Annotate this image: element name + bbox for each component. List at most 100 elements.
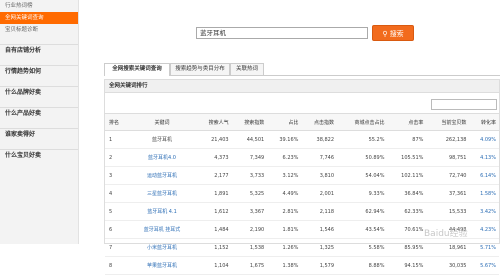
table-cell: 62.33% — [387, 202, 427, 221]
table-cell: 5.67% — [469, 256, 499, 275]
table-cell: 7 — [105, 238, 130, 257]
table-cell[interactable]: 262,138 — [426, 130, 470, 149]
table-cell: 1,612 — [196, 202, 232, 221]
table-cell: 4.49% — [267, 184, 302, 203]
table-cell: 2,118 — [301, 202, 338, 221]
sidebar: 行业热词榜 全网关键词查询 宝贝标题诊断 自有店铺分析 行情趋势如何 什么品牌好… — [0, 0, 79, 244]
filter-input[interactable] — [431, 99, 497, 110]
keyword-ranking-panel: 全网关键词排行 排名 关键词 搜索人气 搜索指数 占比 点击指数 商城点击占比 … — [104, 79, 500, 275]
table-cell: 5 — [105, 202, 130, 221]
table-cell: 6.14% — [469, 166, 499, 185]
col-rank[interactable]: 排名 — [105, 113, 130, 131]
table-cell[interactable]: 30,035 — [426, 256, 470, 275]
table-cell: 21,403 — [196, 130, 232, 149]
table-cell: 44,501 — [231, 130, 268, 149]
table-cell: 36.84% — [387, 184, 427, 203]
search-button-label: 搜索 — [389, 30, 404, 38]
table-cell: 1,675 — [231, 256, 268, 275]
sidebar-section-products[interactable]: 什么产品好卖 — [0, 107, 78, 120]
sidebar-item-hot-words[interactable]: 行业热词榜 — [0, 0, 78, 12]
table-cell: 2,190 — [231, 220, 268, 239]
table-cell[interactable]: 蓝牙耳机4.0 — [130, 148, 196, 167]
sidebar-item-title-diagnosis[interactable]: 宝贝标题诊断 — [0, 24, 78, 36]
table-cell: 3,367 — [231, 202, 268, 221]
col-click-rate[interactable]: 点击率 — [387, 113, 427, 131]
table-cell[interactable]: 苹果蓝牙耳机 — [130, 256, 196, 275]
table-cell: 5.58% — [337, 238, 388, 257]
table-cell: 1.38% — [267, 256, 302, 275]
table-cell: 105.51% — [387, 148, 427, 167]
table-cell: 4,373 — [196, 148, 232, 167]
table-cell[interactable]: 蓝牙耳机 4.1 — [130, 202, 196, 221]
tab-trend-category[interactable]: 搜索趋势与类目分布 — [170, 63, 230, 75]
table-cell: 102.11% — [387, 166, 427, 185]
table-cell[interactable]: 72,740 — [426, 166, 470, 185]
col-share[interactable]: 占比 — [267, 113, 302, 131]
table-cell: 87% — [387, 130, 427, 149]
sidebar-section-own-store[interactable]: 自有店铺分析 — [0, 44, 78, 57]
table-cell: 4 — [105, 184, 130, 203]
table-cell: 2,177 — [196, 166, 232, 185]
sidebar-section-items[interactable]: 什么宝贝好卖 — [0, 149, 78, 162]
col-mall-click-share[interactable]: 商城点击占比 — [337, 113, 388, 131]
watermark: Baidu经验 — [424, 229, 468, 239]
table-cell[interactable]: 蓝牙耳机 — [130, 130, 196, 149]
table-cell: 50.89% — [337, 148, 388, 167]
table-cell: 9.33% — [337, 184, 388, 203]
table-row: 2 蓝牙耳机4.0 4,373 7,349 6.23% 7,746 50.89% 105.51… — [105, 148, 499, 167]
col-item-count[interactable]: 当前宝贝数 — [426, 113, 470, 131]
table-cell: 2,001 — [301, 184, 338, 203]
search-button[interactable]: ⚲ 搜索 — [372, 25, 414, 41]
table-cell: 8.88% — [337, 256, 388, 275]
table-cell: 8 — [105, 256, 130, 275]
table-cell: 39.16% — [267, 130, 302, 149]
table-cell: 70.61% — [387, 220, 427, 239]
table-cell[interactable]: 三星蓝牙耳机 — [130, 184, 196, 203]
table-cell: 43.54% — [337, 220, 388, 239]
table-cell[interactable]: 37,361 — [426, 184, 470, 203]
tab-bar: 全网搜索关键词查询 搜索趋势与类目分布 关联热词 — [104, 63, 500, 76]
keyword-table: 排名 关键词 搜索人气 搜索指数 占比 点击指数 商城点击占比 点击率 当前宝贝… — [105, 113, 499, 275]
table-cell: 7,349 — [231, 148, 268, 167]
table-row: 4 三星蓝牙耳机 1,891 5,325 4.49% 2,001 9.33% 36.84% 37… — [105, 184, 499, 203]
table-header-row: 排名 关键词 搜索人气 搜索指数 占比 点击指数 商城点击占比 点击率 当前宝贝… — [105, 113, 499, 131]
table-cell[interactable]: 蓝牙耳机 挂耳式 — [130, 220, 196, 239]
table-cell: 62.94% — [337, 202, 388, 221]
table-row: 1 蓝牙耳机 21,403 44,501 39.16% 38,822 55.2% 87% 262… — [105, 130, 499, 149]
sidebar-section-brands[interactable]: 什么品牌好卖 — [0, 86, 78, 99]
table-cell: 94.15% — [387, 256, 427, 275]
table-cell: 7,746 — [301, 148, 338, 167]
panel-title: 全网关键词排行 — [105, 80, 499, 93]
search-input[interactable]: 蓝牙耳机 — [196, 27, 368, 39]
table-cell: 3.42% — [469, 202, 499, 221]
table-cell[interactable]: 15,533 — [426, 202, 470, 221]
table-cell: 3,810 — [301, 166, 338, 185]
sidebar-item-keyword-search[interactable]: 全网关键词查询 — [0, 12, 78, 24]
tab-keyword-query[interactable]: 全网搜索关键词查询 — [104, 63, 170, 76]
table-cell: 85.95% — [387, 238, 427, 257]
table-row: 3 运动蓝牙耳机 2,177 3,733 3.12% 3,810 54.04% 102.11%… — [105, 166, 499, 185]
table-cell: 1,104 — [196, 256, 232, 275]
table-cell: 54.04% — [337, 166, 388, 185]
table-cell: 4.09% — [469, 130, 499, 149]
col-click-index[interactable]: 点击指数 — [301, 113, 338, 131]
sidebar-section-trend[interactable]: 行情趋势如何 — [0, 65, 78, 78]
table-row: 8 苹果蓝牙耳机 1,104 1,675 1.38% 1,579 8.88% 94.15% 30… — [105, 256, 499, 275]
table-cell: 1.26% — [267, 238, 302, 257]
sidebar-section-sellers[interactable]: 谁家卖得好 — [0, 128, 78, 141]
col-keyword[interactable]: 关键词 — [130, 113, 196, 131]
col-conversion-rate[interactable]: 转化率 — [469, 113, 499, 131]
col-search-index[interactable]: 搜索指数 — [231, 113, 268, 131]
table-cell: 38,822 — [301, 130, 338, 149]
table-cell: 6.23% — [267, 148, 302, 167]
table-cell: 1,891 — [196, 184, 232, 203]
table-cell: 1 — [105, 130, 130, 149]
table-cell: 4.13% — [469, 148, 499, 167]
table-cell[interactable]: 运动蓝牙耳机 — [130, 166, 196, 185]
col-search-popularity[interactable]: 搜索人气 — [196, 113, 232, 131]
table-cell[interactable]: 98,751 — [426, 148, 470, 167]
table-cell: 1.81% — [267, 220, 302, 239]
tab-related-words[interactable]: 关联热词 — [230, 63, 264, 75]
table-cell: 55.2% — [337, 130, 388, 149]
table-cell[interactable]: 小米蓝牙耳机 — [130, 238, 196, 257]
